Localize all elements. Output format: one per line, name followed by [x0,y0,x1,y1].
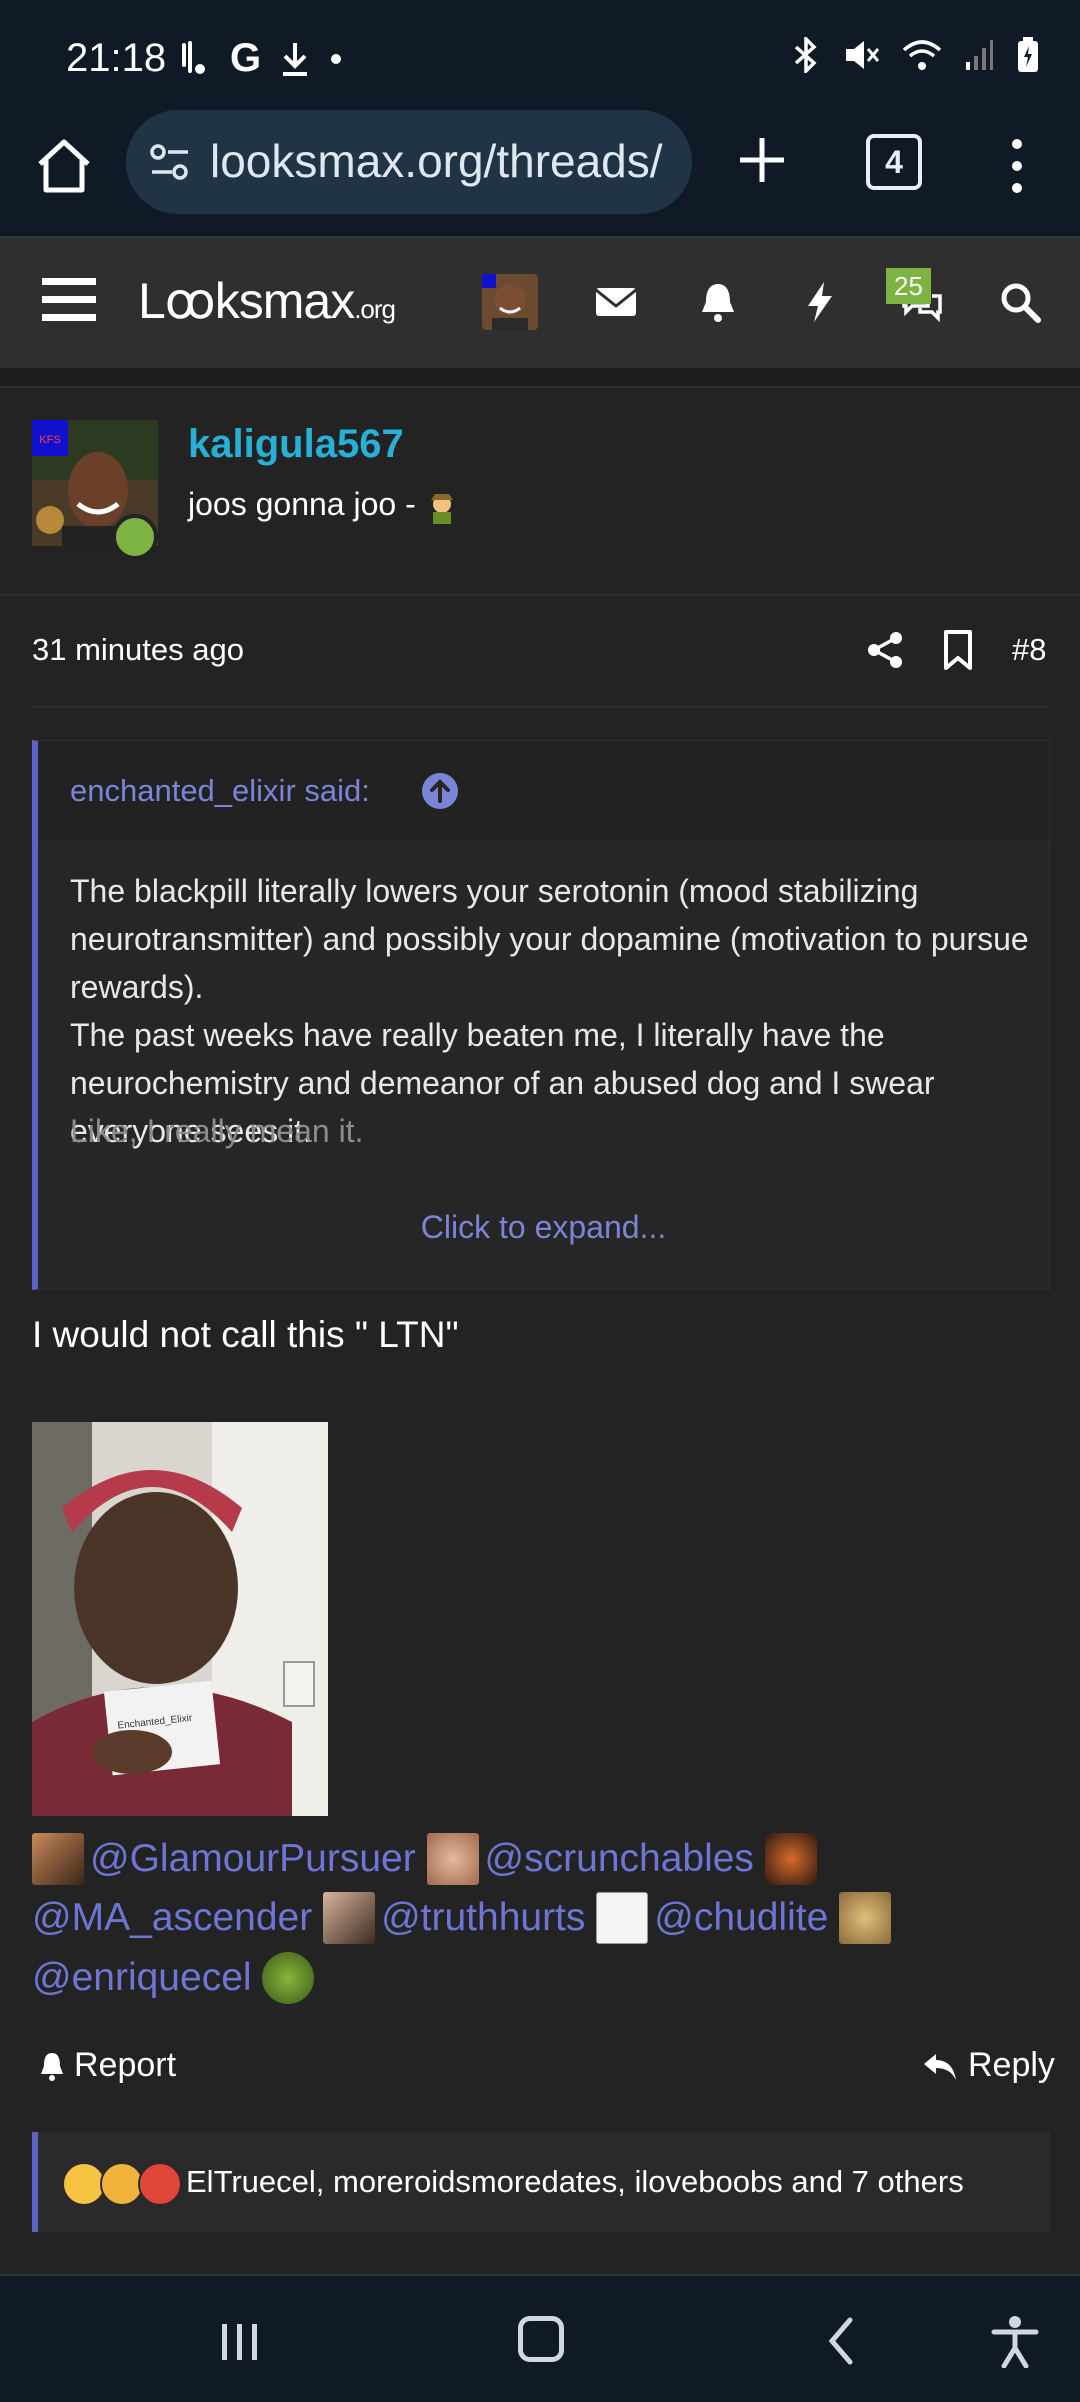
quote-block: enchanted_elixir said: The blackpill lit… [32,740,1050,1290]
reply-button[interactable]: Reply [922,2046,1055,2085]
quote-header: enchanted_elixir said: [38,741,1049,841]
more-options-icon[interactable] [1004,136,1030,196]
conversations-badge: 25 [886,268,931,304]
mention-link[interactable]: @GlamourPursuer [90,1830,416,1888]
site-logo[interactable]: Lꝏksmax.org [138,272,396,330]
mention-link[interactable]: @MA_ascender [32,1889,312,1947]
signal-icon [966,40,993,70]
dot-icon [331,53,342,64]
home-nav-icon[interactable] [518,2316,564,2362]
url-text[interactable]: looksmax.org/threads/ [210,134,680,188]
mention-link[interactable]: @scrunchables [485,1830,754,1888]
angry-emoji-icon [138,2162,182,2206]
google-icon: G [230,36,262,80]
recent-apps-icon[interactable] [218,2320,262,2364]
post-top-divider [0,386,1080,388]
mention-avatar [764,1832,817,1885]
bell-icon[interactable] [694,278,742,326]
system-navigation-bar [0,2274,1080,2402]
vibration-icon [182,40,205,74]
report-button[interactable]: Report [36,2046,176,2085]
new-tab-icon[interactable] [732,130,792,190]
click-to-expand-link[interactable]: Click to expand... [38,1209,1049,1246]
account-avatar[interactable] [482,274,538,330]
post-number-link[interactable]: #8 [1012,632,1046,668]
post-timestamp[interactable]: 31 minutes ago [32,632,244,668]
download-icon [283,42,308,76]
tab-switcher-button[interactable]: 4 [866,134,922,190]
mention-avatar [32,1832,84,1885]
mention-link[interactable]: @truthhurts [381,1889,585,1947]
quote-paragraph: The blackpill literally lowers your sero… [70,873,1029,1005]
browser-toolbar: looksmax.org/threads/ 4 [0,110,1080,238]
mail-icon[interactable] [592,278,640,326]
accessibility-icon[interactable] [990,2314,1040,2368]
post-attached-image[interactable]: Enchanted_Elixir [32,1422,328,1816]
battery-icon [1018,37,1038,72]
mention-link[interactable]: @enriquecel [32,1949,252,2007]
lightning-icon[interactable] [796,278,844,326]
status-bar: 21:18 G [0,0,1080,110]
reactions-bar[interactable]: ElTruecel, moreroidsmoredates, iloveboob… [32,2132,1050,2232]
author-divider [0,594,1080,596]
share-icon[interactable] [866,630,906,670]
post-body-text: I would not call this " LTN" [32,1314,459,1355]
avatar-tag: KFS [39,434,60,446]
meta-divider [32,706,1050,708]
wifi-icon [902,40,942,70]
mention-avatar [426,1832,479,1885]
mentions-list: @GlamourPursuer @scrunchables @MA_ascend… [32,1828,1042,2007]
mute-icon [846,41,880,69]
mention-avatar [839,1892,892,1945]
quote-attribution[interactable]: enchanted_elixir said: [70,773,370,809]
home-icon[interactable] [32,134,96,198]
search-icon[interactable] [996,278,1044,326]
mention-avatar [596,1892,649,1945]
address-bar[interactable]: looksmax.org/threads/ [126,110,692,214]
bell-icon [41,2052,63,2081]
site-settings-icon[interactable] [148,140,192,184]
hamburger-menu-icon[interactable] [42,276,96,322]
bluetooth-icon [794,37,817,73]
bookmark-icon[interactable] [940,630,976,670]
author-title: joos gonna joo - [188,486,459,524]
back-icon[interactable] [826,2316,856,2366]
mention-link[interactable]: @chudlite [654,1889,828,1947]
user-title-emoji-icon [430,493,453,524]
mention-avatar [323,1892,376,1945]
post: KFS kaligula567 joos gonna joo - 31 minu… [0,386,1080,2276]
header-shadow [0,368,1080,386]
reply-icon [924,2053,956,2080]
author-username[interactable]: kaligula567 [188,422,404,467]
status-time: 21:18 [66,36,167,80]
reactions-list-text[interactable]: ElTruecel, moreroidsmoredates, iloveboob… [186,2164,964,2200]
reaction-emojis [62,2162,182,2206]
online-status-indicator [112,514,158,560]
quote-faded-line: Like, I really mean it. [70,1113,364,1149]
go-to-quoted-post-icon[interactable] [420,771,460,811]
shrek-emoji-icon [262,1952,315,2005]
